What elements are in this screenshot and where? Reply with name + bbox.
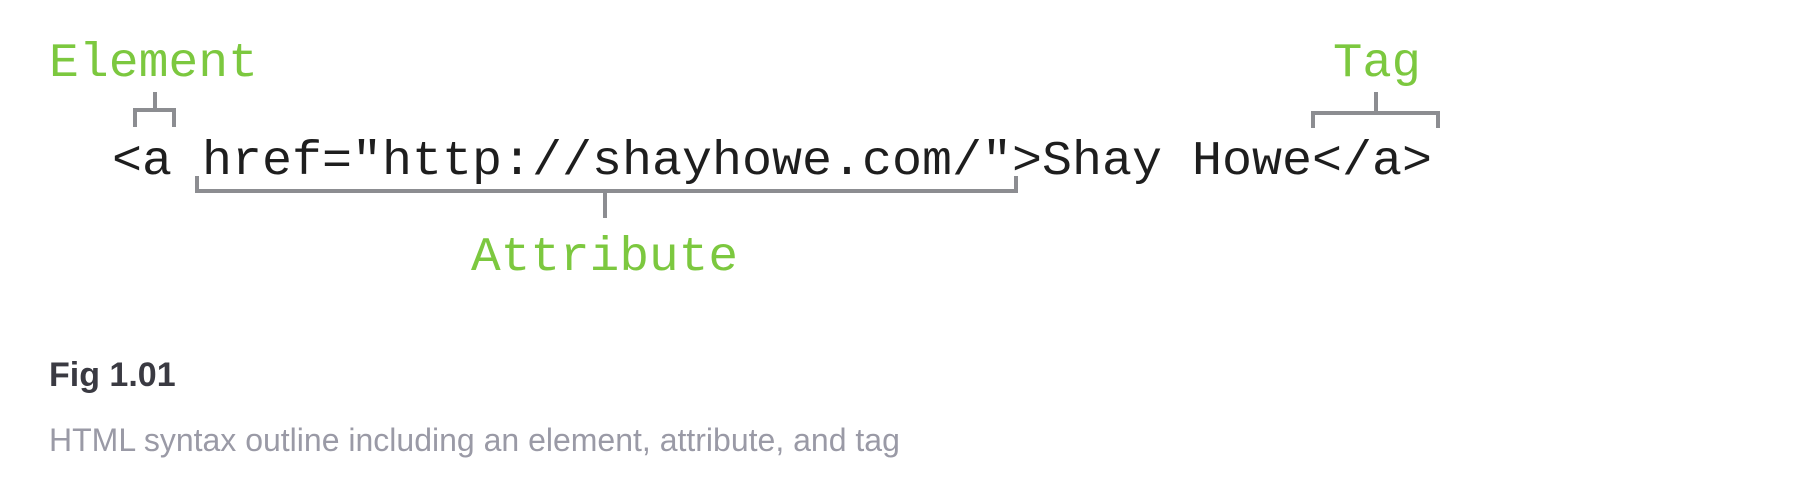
figure-caption: HTML syntax outline including an element…: [49, 422, 900, 458]
code-sample: <a href="http://shayhowe.com/">Shay Howe…: [112, 135, 1432, 189]
element-bracket: [133, 92, 176, 127]
element-label: Element: [49, 37, 258, 91]
tag-bracket: [1311, 92, 1440, 128]
attribute-label: Attribute: [471, 231, 738, 285]
figure-number: Fig 1.01: [49, 356, 176, 394]
tag-label: Tag: [1333, 37, 1421, 91]
